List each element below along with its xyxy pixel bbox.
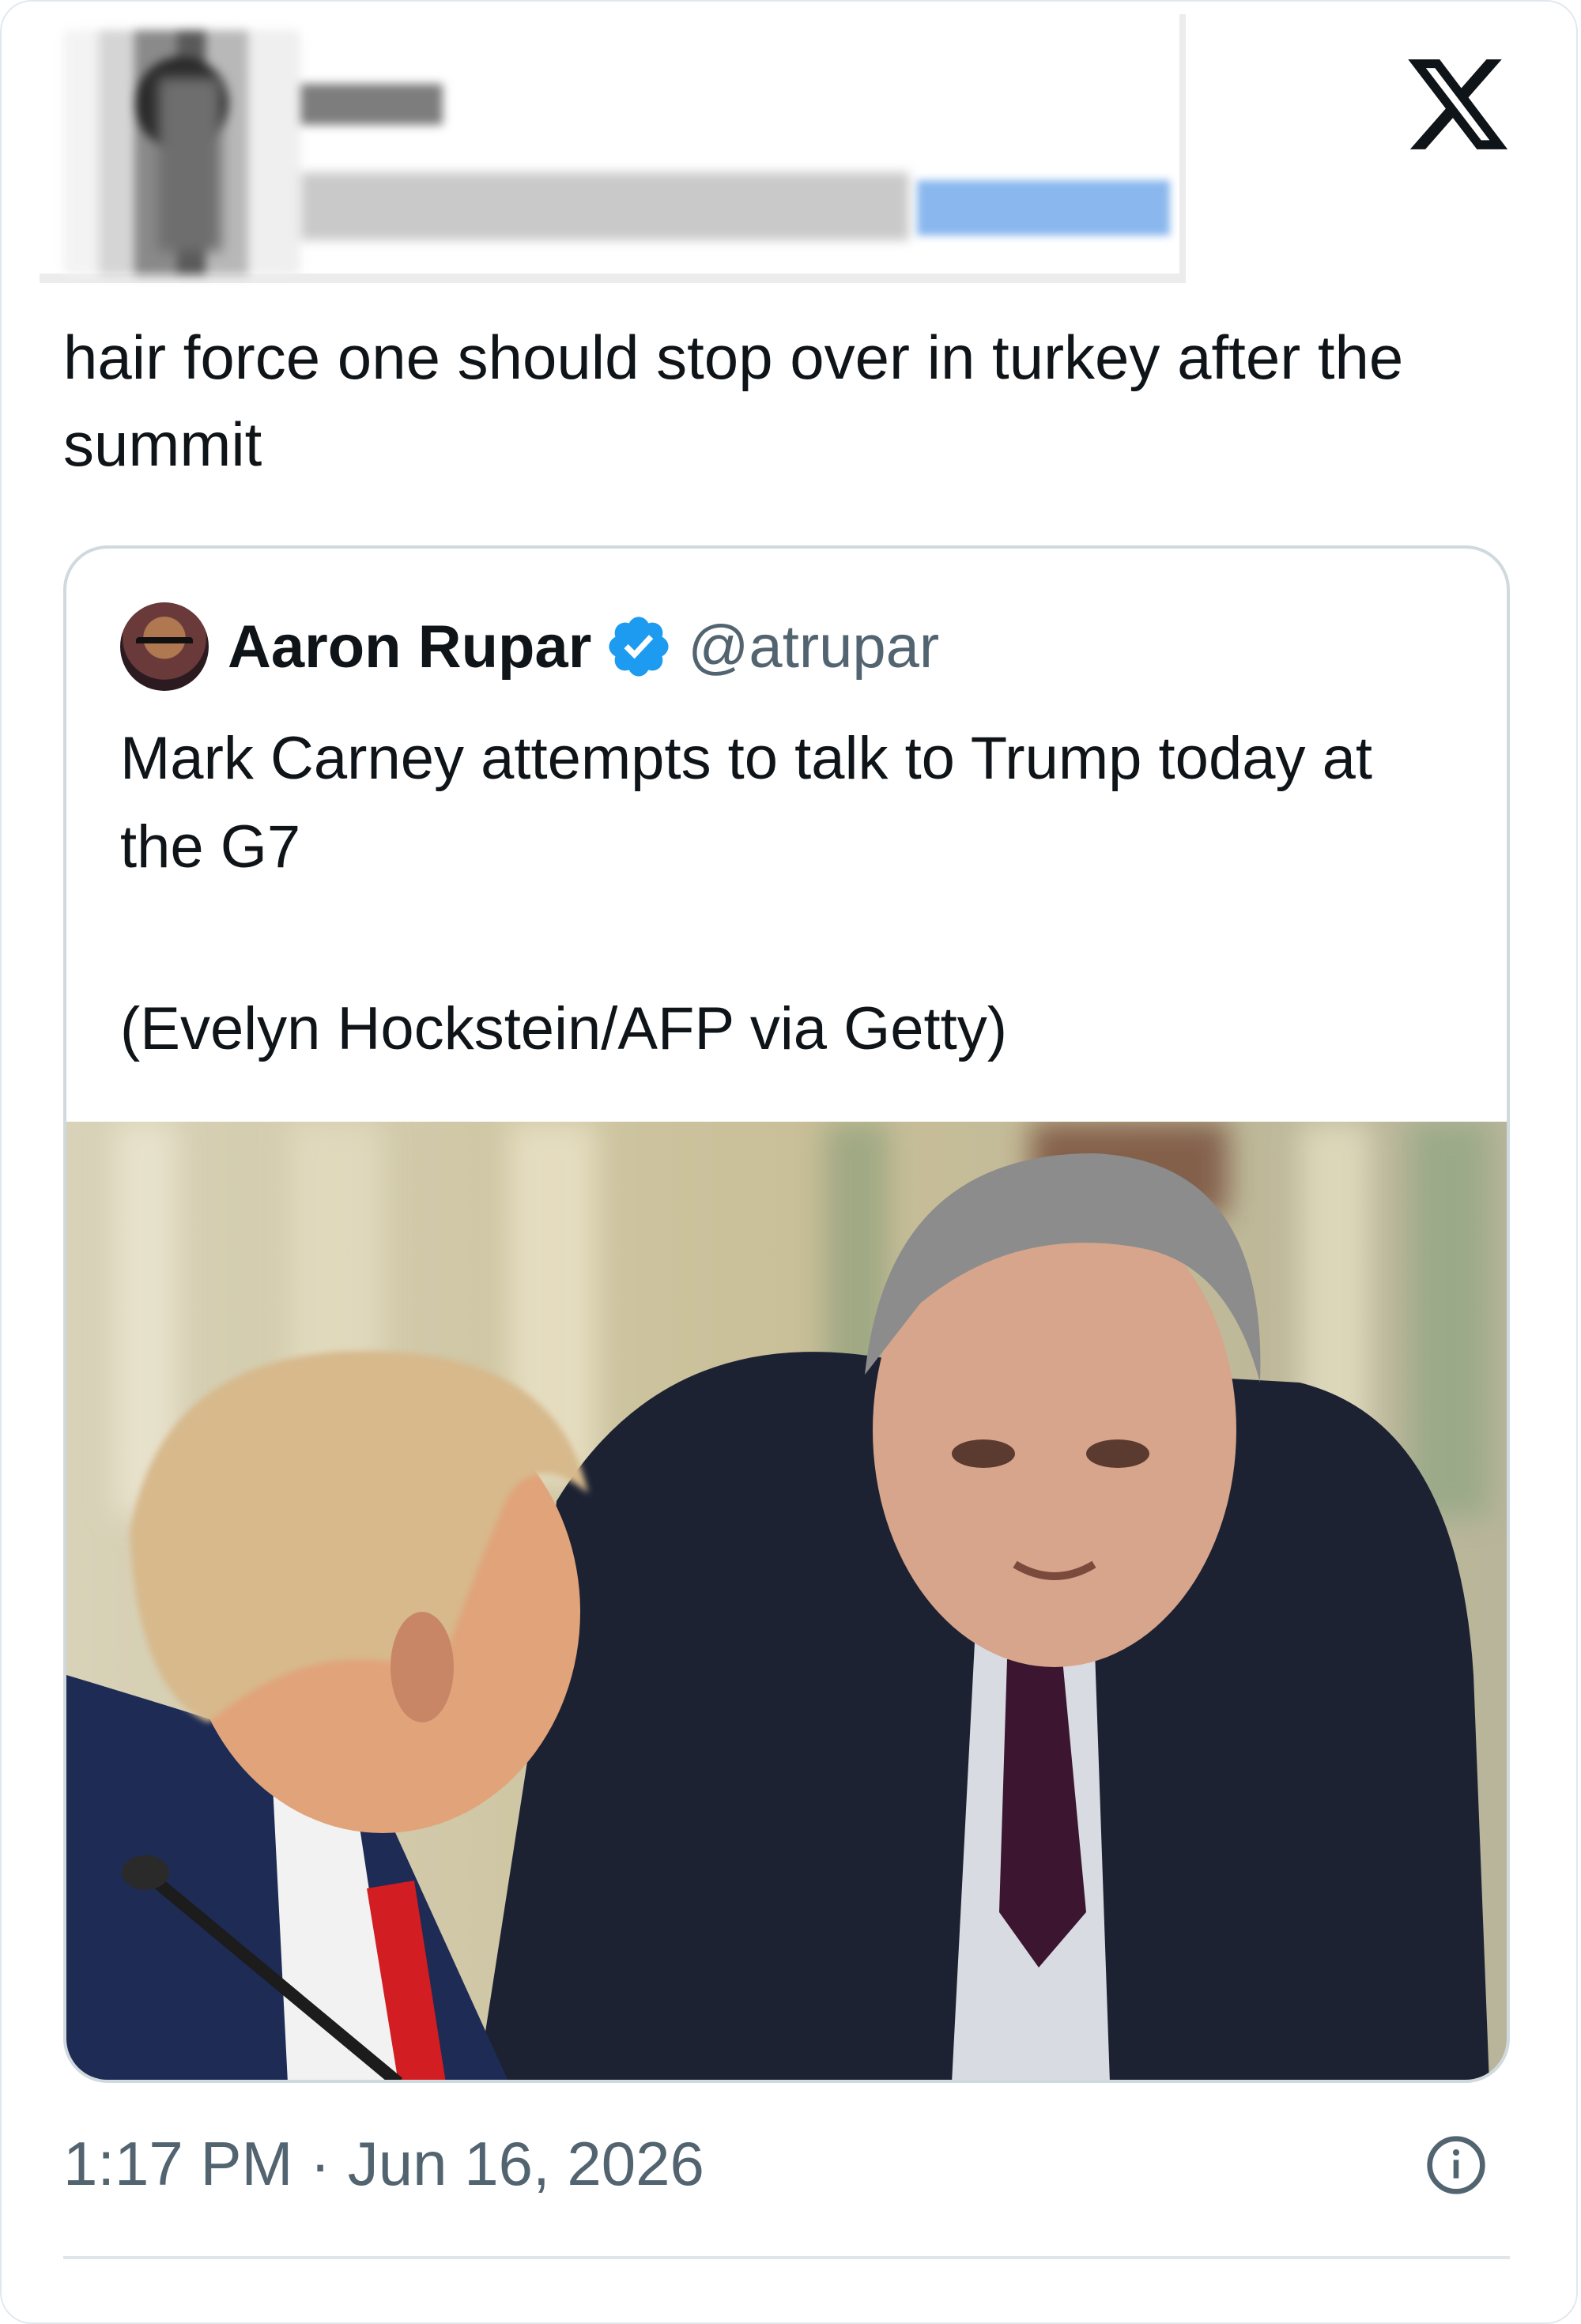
- author-handle-blurred[interactable]: [300, 172, 909, 240]
- quoted-post-photo[interactable]: [66, 1122, 1507, 2083]
- quoted-author-name[interactable]: Aaron Rupar: [228, 613, 591, 681]
- quoted-author-handle[interactable]: @atrupar: [688, 613, 939, 681]
- divider: [63, 2256, 1510, 2259]
- post-text: hair force one should stop over in turke…: [63, 323, 1404, 479]
- quoted-post-header: Aaron Rupar @atrupar: [120, 602, 939, 691]
- quoted-post[interactable]: Aaron Rupar @atrupar Mark Carney attempt…: [63, 545, 1510, 2083]
- author-name-blurred[interactable]: [300, 84, 443, 125]
- post-timestamp[interactable]: 1:17 PM · Jun 16, 2026: [63, 2128, 704, 2200]
- x-logo-icon[interactable]: [1402, 49, 1513, 160]
- post-card: hair force one should stop over in turke…: [0, 0, 1578, 2324]
- photo-credit: (Evelyn Hockstein/AFP via Getty): [120, 995, 1008, 1062]
- verified-badge-icon: [609, 617, 669, 677]
- author-avatar-blurred[interactable]: [63, 30, 300, 275]
- quoted-author-avatar[interactable]: [120, 602, 209, 691]
- author-header-redacted: [40, 14, 1186, 283]
- quoted-post-text: Mark Carney attempts to talk to Trump to…: [120, 725, 1372, 881]
- info-icon[interactable]: [1424, 2133, 1488, 2197]
- follow-link-blurred[interactable]: [917, 180, 1170, 236]
